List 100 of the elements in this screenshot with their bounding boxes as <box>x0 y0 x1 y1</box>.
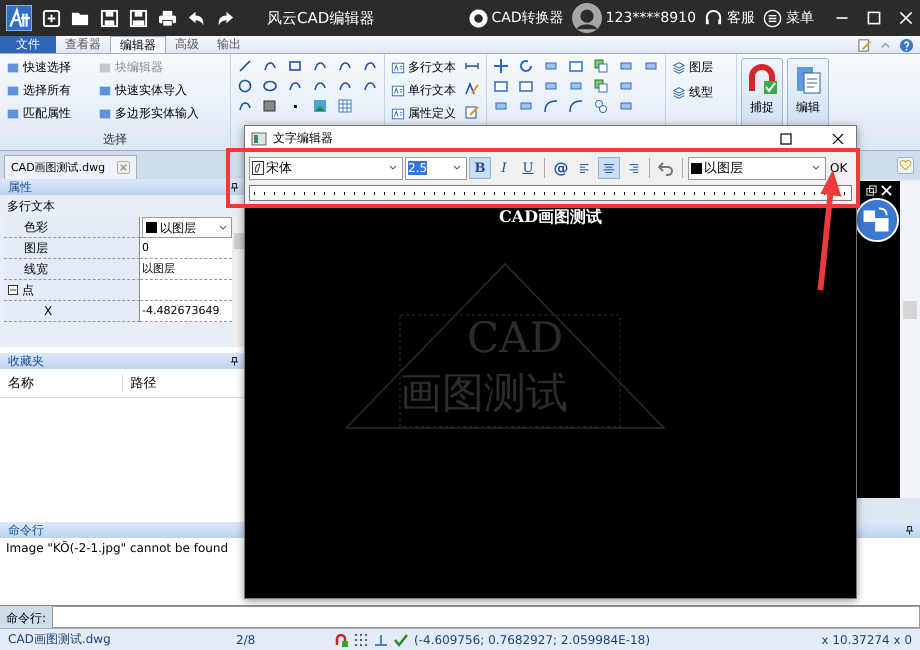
text-style-button[interactable]: I <box>493 157 515 179</box>
grid-dots-icon[interactable] <box>354 632 368 646</box>
ring-icon <box>468 8 488 28</box>
close-icon[interactable] <box>898 10 914 26</box>
draw-tool-icon[interactable] <box>237 58 253 74</box>
square-icon <box>6 60 20 74</box>
user-phone[interactable]: 123****8910 <box>606 10 696 26</box>
layer-dropdown[interactable]: 以图层 <box>688 156 826 180</box>
ribbon-command[interactable]: 多边形实体输入 <box>98 104 218 123</box>
edit-page-icon[interactable] <box>857 38 872 53</box>
chevron-icon <box>218 222 228 232</box>
align-button[interactable] <box>598 157 620 179</box>
modify-tool-icon[interactable] <box>543 98 559 114</box>
ribbon-command[interactable]: 匹配属性 <box>6 104 98 123</box>
canvas-text: CAD画图测试 <box>498 207 604 228</box>
text-frame-icon <box>391 106 405 120</box>
ribbon-command[interactable]: 快速选择 <box>6 58 98 77</box>
close-icon[interactable] <box>830 130 846 146</box>
status-coordinates: (-4.609756; 0.7682927; 2.059984E-18) <box>414 632 651 646</box>
square-icon <box>98 106 112 120</box>
window-icon <box>251 130 267 146</box>
property-name: 色彩 <box>4 217 140 238</box>
close-tab-icon[interactable] <box>117 161 130 174</box>
menu-tab[interactable]: 文件 <box>0 36 56 53</box>
menu-link[interactable]: 菜单 <box>786 9 814 27</box>
size-value: 2.5 <box>408 161 428 175</box>
ribbon-command[interactable]: 线型 <box>672 83 730 102</box>
ribbon-command[interactable]: 图层 <box>672 58 730 77</box>
menu-tab[interactable]: 高级 <box>166 36 208 53</box>
note-edit-icon[interactable] <box>464 104 480 120</box>
save-pdf-icon[interactable] <box>129 8 148 28</box>
dialog-title: 文字编辑器 <box>273 130 334 147</box>
ribbon-command[interactable]: 单行文本 <box>391 81 456 100</box>
property-value[interactable]: -4.482673649 <box>140 301 232 322</box>
modify-tool-icon[interactable] <box>593 78 609 94</box>
text-edit-icon[interactable] <box>464 81 480 97</box>
ribbon-command[interactable]: 属性定义 <box>391 104 456 123</box>
property-name: X <box>4 301 140 322</box>
document-tab[interactable]: CAD画图测试.dwg <box>4 155 138 179</box>
draw-tool-icon[interactable] <box>287 58 303 74</box>
property-value[interactable]: 以图层 <box>140 259 232 280</box>
square-icon <box>6 84 20 98</box>
property-value[interactable]: 0 <box>140 238 232 259</box>
scrollbar[interactable] <box>900 181 920 498</box>
status-file: CAD画图测试.dwg <box>8 631 112 648</box>
menu-icon[interactable] <box>763 8 782 28</box>
modify-tool-icon[interactable] <box>593 58 609 74</box>
modify-tool-icon[interactable] <box>493 58 509 74</box>
status-size: x 10.37274 x 0 <box>821 632 912 646</box>
font-dropdown[interactable]: 宋体 <box>249 156 403 180</box>
menu-tab[interactable]: 查看器 <box>56 36 110 53</box>
converter-link[interactable]: CAD转换器 <box>492 9 564 27</box>
maximize-icon[interactable] <box>778 130 794 146</box>
symbol-button[interactable]: @ <box>550 157 572 179</box>
square-icon <box>98 60 112 74</box>
avatar-icon[interactable] <box>572 3 602 33</box>
app-logo-icon[interactable] <box>6 5 32 31</box>
printer-icon[interactable] <box>158 8 177 28</box>
property-dropdown[interactable]: 以图层 <box>142 217 232 238</box>
close-icon[interactable] <box>881 185 892 196</box>
service-link[interactable]: 客服 <box>727 9 755 27</box>
ortho-icon[interactable] <box>374 632 388 646</box>
draw-tool-icon[interactable] <box>262 98 278 114</box>
align-lines-icon <box>602 162 616 174</box>
pin-icon[interactable] <box>905 525 914 535</box>
save-icon[interactable] <box>100 8 119 28</box>
menu-tab[interactable]: 输出 <box>208 36 250 53</box>
menu-tab[interactable]: 编辑器 <box>110 36 166 53</box>
panel-title: 命令行 <box>8 522 44 538</box>
command-input[interactable] <box>52 606 920 628</box>
column-header[interactable]: 名称 <box>0 374 122 392</box>
modify-tool-icon[interactable] <box>593 98 609 114</box>
restore-icon[interactable] <box>866 185 877 196</box>
pin-icon[interactable] <box>230 182 239 192</box>
text-style-button[interactable]: U <box>517 157 539 179</box>
size-dropdown[interactable]: 2.5 <box>405 156 467 180</box>
pin-icon[interactable] <box>230 356 239 366</box>
draw-tool-icon[interactable] <box>237 78 253 94</box>
property-name: 图层 <box>4 238 140 259</box>
ok-button[interactable]: OK <box>828 161 850 175</box>
translate-icon[interactable] <box>854 197 900 243</box>
property-group[interactable]: 点 <box>4 280 140 301</box>
ribbon-command[interactable]: 选择所有 <box>6 81 98 100</box>
ruler[interactable] <box>249 185 852 201</box>
ribbon-command[interactable]: 多行文本 <box>391 58 456 77</box>
scrollbar[interactable] <box>233 217 245 347</box>
help-icon[interactable] <box>899 38 914 53</box>
text-style-button[interactable]: B <box>469 157 491 179</box>
text-frame-icon <box>391 60 405 74</box>
collapse-box-icon[interactable] <box>8 285 18 295</box>
maximize-icon[interactable] <box>866 10 882 26</box>
new-file-icon[interactable] <box>42 8 61 28</box>
ribbon-command[interactable]: 快速实体导入 <box>98 81 218 100</box>
modify-tool-icon[interactable] <box>518 58 534 74</box>
modify-tool-icon[interactable] <box>568 98 584 114</box>
object-type-label: 多行文本 <box>0 195 245 217</box>
draw-tool-icon[interactable] <box>262 78 278 94</box>
app-title: 风云CAD编辑器 <box>267 8 376 28</box>
magnet-icon[interactable] <box>334 632 348 646</box>
checkmark-icon[interactable] <box>394 632 408 646</box>
